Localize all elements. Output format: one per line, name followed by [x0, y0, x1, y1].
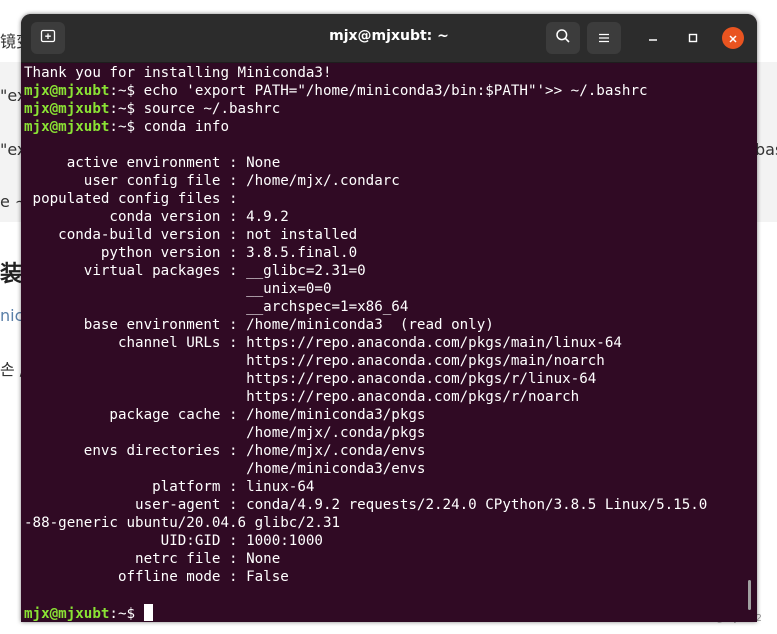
output-text: UID:GID : 1000:1000: [24, 533, 323, 549]
output-text: python version : 3.8.5.final.0: [24, 245, 358, 261]
terminal-line: /home/miniconda3/envs: [24, 460, 746, 478]
prompt-user-host: mjx@mjxubt: [24, 83, 110, 99]
terminal-line: base environment : /home/miniconda3 (rea…: [24, 316, 746, 334]
terminal-line: package cache : /home/miniconda3/pkgs: [24, 406, 746, 424]
output-text: conda version : 4.9.2: [24, 209, 289, 225]
terminal-line: __unix=0=0: [24, 280, 746, 298]
close-button[interactable]: [722, 27, 744, 49]
terminal-line: conda version : 4.9.2: [24, 208, 746, 226]
command-text: source ~/.bashrc: [143, 101, 281, 117]
terminal-line: platform : linux-64: [24, 478, 746, 496]
terminal-line: mjx@mjxubt:~$ source ~/.bashrc: [24, 100, 746, 118]
menu-button[interactable]: [587, 22, 621, 54]
terminal-line: -88-generic ubuntu/20.04.6 glibc/2.31: [24, 514, 746, 532]
terminal-line: mjx@mjxubt:~$ conda info: [24, 118, 746, 136]
prompt-user-host: mjx@mjxubt: [24, 119, 110, 135]
terminal-line: active environment : None: [24, 154, 746, 172]
output-text: __archspec=1=x86_64: [24, 299, 409, 315]
output-text: populated config files :: [24, 191, 247, 207]
terminal-line: https://repo.anaconda.com/pkgs/main/noar…: [24, 352, 746, 370]
output-text: platform : linux-64: [24, 479, 315, 495]
terminal-line: conda-build version : not installed: [24, 226, 746, 244]
close-icon: [728, 29, 738, 48]
output-text: active environment : None: [24, 155, 281, 171]
prompt-suffix: :~$: [109, 83, 144, 99]
prompt-suffix: :~$: [109, 606, 144, 622]
prompt-user-host: mjx@mjxubt: [24, 101, 110, 117]
output-text: envs directories : /home/mjx/.conda/envs: [24, 443, 426, 459]
terminal-line: envs directories : /home/mjx/.conda/envs: [24, 442, 746, 460]
terminal-line: virtual packages : __glibc=2.31=0: [24, 262, 746, 280]
output-text: conda-build version : not installed: [24, 227, 358, 243]
terminal-line: netrc file : None: [24, 550, 746, 568]
text-cursor[interactable]: [143, 604, 153, 621]
terminal-line: /home/mjx/.conda/pkgs: [24, 424, 746, 442]
prompt-suffix: :~$: [109, 119, 144, 135]
output-text: package cache : /home/miniconda3/pkgs: [24, 407, 426, 423]
terminal-line: mjx@mjxubt:~$ echo 'export PATH="/home/m…: [24, 82, 746, 100]
terminal-line: user-agent : conda/4.9.2 requests/2.24.0…: [24, 496, 746, 514]
search-icon: [555, 28, 571, 48]
terminal-line: offline mode : False: [24, 568, 746, 586]
terminal-line: https://repo.anaconda.com/pkgs/r/noarch: [24, 388, 746, 406]
output-text: virtual packages : __glibc=2.31=0: [24, 263, 366, 279]
scrollbar[interactable]: [748, 580, 751, 610]
output-text: channel URLs : https://repo.anaconda.com…: [24, 335, 622, 351]
bg-heading-fragment: 装: [0, 262, 23, 287]
output-text: https://repo.anaconda.com/pkgs/main/noar…: [24, 353, 605, 369]
output-text: -88-generic ubuntu/20.04.6 glibc/2.31: [24, 515, 341, 531]
output-text: base environment : /home/miniconda3 (rea…: [24, 317, 494, 333]
terminal-line: https://repo.anaconda.com/pkgs/r/linux-6…: [24, 370, 746, 388]
command-text: echo 'export PATH="/home/miniconda3/bin:…: [143, 83, 648, 99]
output-text: /home/miniconda3/envs: [24, 461, 426, 477]
terminal-line: UID:GID : 1000:1000: [24, 532, 746, 550]
output-text: Thank you for installing Miniconda3!: [24, 65, 332, 81]
output-text: __unix=0=0: [24, 281, 332, 297]
output-text: netrc file : None: [24, 551, 281, 567]
prompt-user-host: mjx@mjxubt: [24, 606, 110, 622]
title-bar[interactable]: mjx@mjxubt: ~: [21, 14, 757, 63]
output-text: user-agent : conda/4.9.2 requests/2.24.0…: [24, 497, 708, 513]
terminal-output[interactable]: Thank you for installing Miniconda3! mjx@…: [24, 64, 746, 622]
output-text: /home/mjx/.conda/pkgs: [24, 425, 426, 441]
output-text: user config file : /home/mjx/.condarc: [24, 173, 400, 189]
terminal-window[interactable]: mjx@mjxubt: ~ Thank you for installing M…: [21, 14, 757, 622]
hamburger-menu-icon: [597, 29, 611, 48]
prompt-suffix: :~$: [109, 101, 144, 117]
terminal-line: channel URLs : https://repo.anaconda.com…: [24, 334, 746, 352]
terminal-line: populated config files :: [24, 190, 746, 208]
command-text: conda info: [143, 119, 230, 135]
minimize-button[interactable]: [642, 27, 664, 49]
bg-text-fragment: bas: [755, 140, 777, 159]
search-button[interactable]: [546, 22, 580, 54]
terminal-line: mjx@mjxubt:~$: [24, 604, 746, 622]
output-text: https://repo.anaconda.com/pkgs/r/linux-6…: [24, 371, 597, 387]
output-text: offline mode : False: [24, 569, 289, 585]
terminal-line: __archspec=1=x86_64: [24, 298, 746, 316]
maximize-button[interactable]: [682, 27, 704, 49]
maximize-icon: [687, 29, 699, 48]
terminal-line: python version : 3.8.5.final.0: [24, 244, 746, 262]
output-text: https://repo.anaconda.com/pkgs/r/noarch: [24, 389, 580, 405]
terminal-line: user config file : /home/mjx/.condarc: [24, 172, 746, 190]
minimize-icon: [647, 29, 659, 48]
terminal-line: Thank you for installing Miniconda3!: [24, 64, 746, 82]
